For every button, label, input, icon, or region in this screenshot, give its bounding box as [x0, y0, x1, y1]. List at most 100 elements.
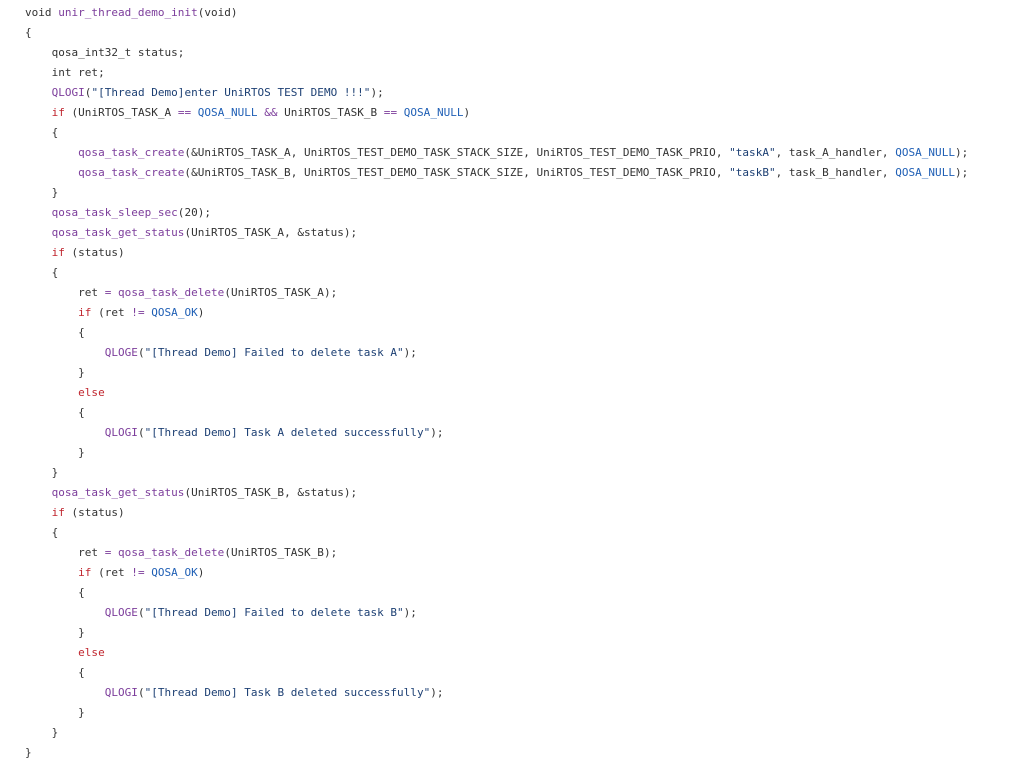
code-token-plain: } [25, 366, 85, 379]
code-token-plain: { [25, 126, 59, 139]
code-line: { [25, 403, 968, 423]
code-token-keyword: if [78, 566, 92, 579]
code-token-function: == [383, 106, 398, 119]
code-token-plain: } [25, 746, 32, 759]
code-token-plain: UniRTOS_TASK_B [277, 106, 384, 119]
code-line: QLOGE("[Thread Demo] Failed to delete ta… [25, 343, 968, 363]
code-token-plain: qosa_int32_t status; [25, 46, 185, 59]
code-token-plain: (ret [91, 306, 132, 319]
code-token-plain: ( [137, 426, 145, 439]
code-token-plain: { [25, 406, 85, 419]
code-token-plain: (void) [197, 6, 238, 19]
code-token-plain: } [25, 446, 85, 459]
code-token-function: QLOGI [104, 686, 138, 699]
code-line: } [25, 743, 968, 763]
code-token-plain: } [25, 726, 59, 739]
code-line: qosa_task_create(&UniRTOS_TASK_B, UniRTO… [25, 163, 968, 183]
code-token-plain: (UniRTOS_TASK_A, &status); [184, 226, 358, 239]
code-token-keyword: else [78, 646, 105, 659]
code-line: if (ret != QOSA_OK) [25, 303, 968, 323]
code-token-constant: QOSA_NULL [403, 106, 464, 119]
code-token-function: unir_thread_demo_init [58, 6, 198, 19]
code-token-plain: (status) [64, 246, 125, 259]
code-token-plain: ) [197, 306, 205, 319]
code-token-plain: ) [197, 566, 205, 579]
code-line: QLOGI("[Thread Demo]enter UniRTOS TEST D… [25, 83, 968, 103]
code-line: { [25, 263, 968, 283]
code-line: { [25, 23, 968, 43]
code-token-plain: ret [25, 546, 105, 559]
code-token-string: "taskA" [729, 146, 776, 159]
code-token-function: QLOGI [104, 426, 138, 439]
code-token-plain: (&UniRTOS_TASK_A, UniRTOS_TEST_DEMO_TASK… [184, 146, 730, 159]
code-token-plain: ); [955, 166, 969, 179]
code-token-plain: { [25, 666, 85, 679]
code-token-plain: { [25, 326, 85, 339]
code-line: } [25, 363, 968, 383]
code-token-function: != [131, 566, 145, 579]
code-line: void unir_thread_demo_init(void) [25, 3, 968, 23]
code-line: { [25, 123, 968, 143]
code-token-plain: ); [370, 86, 384, 99]
code-line: } [25, 703, 968, 723]
code-token-function: qosa_task_sleep_sec [51, 206, 178, 219]
code-line: qosa_task_create(&UniRTOS_TASK_A, UniRTO… [25, 143, 968, 163]
code-token-function: qosa_task_get_status [51, 226, 185, 239]
code-token-plain: (ret [91, 566, 132, 579]
code-line: int ret; [25, 63, 968, 83]
code-token-plain: } [25, 186, 59, 199]
code-token-constant: QOSA_OK [151, 566, 198, 579]
code-line: else [25, 643, 968, 663]
code-line: ret = qosa_task_delete(UniRTOS_TASK_A); [25, 283, 968, 303]
code-line: qosa_int32_t status; [25, 43, 968, 63]
code-line: } [25, 463, 968, 483]
code-line: { [25, 523, 968, 543]
code-token-constant: QOSA_OK [151, 306, 198, 319]
code-token-function: qosa_task_create [78, 166, 185, 179]
code-token-function: qosa_task_delete [118, 546, 225, 559]
code-token-function: QLOGE [104, 606, 138, 619]
code-line: qosa_task_sleep_sec(20); [25, 203, 968, 223]
code-token-plain: , task_A_handler, [775, 146, 896, 159]
code-line: } [25, 623, 968, 643]
code-block[interactable]: void unir_thread_demo_init(void) { qosa_i… [25, 3, 968, 763]
code-token-plain: , task_B_handler, [775, 166, 896, 179]
code-line: { [25, 583, 968, 603]
code-token-plain: ret [25, 286, 105, 299]
code-token-plain: } [25, 466, 59, 479]
code-token-plain: ) [463, 106, 471, 119]
code-line: qosa_task_get_status(UniRTOS_TASK_B, &st… [25, 483, 968, 503]
code-token-plain: int ret; [25, 66, 105, 79]
code-line: } [25, 183, 968, 203]
code-token-function: QLOGE [104, 346, 138, 359]
code-token-plain: { [25, 266, 59, 279]
code-token-function: qosa_task_create [78, 146, 185, 159]
code-token-function: qosa_task_get_status [51, 486, 185, 499]
code-token-plain: { [25, 586, 85, 599]
code-line: if (ret != QOSA_OK) [25, 563, 968, 583]
code-token-function: && [264, 106, 278, 119]
code-token-plain: (&UniRTOS_TASK_B, UniRTOS_TEST_DEMO_TASK… [184, 166, 730, 179]
code-token-plain: (20); [177, 206, 212, 219]
code-line: { [25, 323, 968, 343]
code-token-plain: (UniRTOS_TASK_B); [224, 546, 338, 559]
code-viewer: void unir_thread_demo_init(void) { qosa_i… [0, 0, 1026, 768]
code-token-keyword: if [51, 506, 65, 519]
code-token-plain: ); [430, 426, 444, 439]
code-token-keyword: if [51, 106, 65, 119]
code-token-plain: (UniRTOS_TASK_B, &status); [184, 486, 358, 499]
